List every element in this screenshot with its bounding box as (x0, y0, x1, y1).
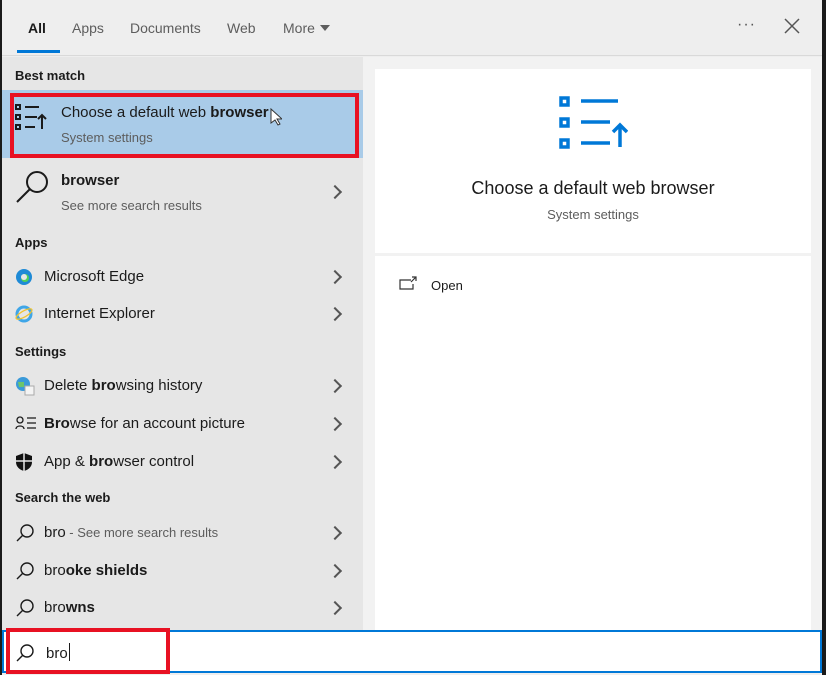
tab-more-label: More (283, 20, 315, 36)
section-search-web: Search the web (15, 490, 111, 505)
result-subtitle: System settings (61, 130, 153, 145)
close-icon[interactable] (780, 14, 804, 38)
search-icon (16, 524, 34, 542)
section-settings: Settings (15, 344, 67, 359)
result-title: Delete browsing history (44, 377, 203, 394)
result-microsoft-edge[interactable]: Microsoft Edge (2, 258, 363, 295)
text-caret (68, 643, 70, 661)
result-browser-search[interactable]: browser See more search results (2, 160, 363, 225)
tab-more[interactable]: More (283, 20, 330, 36)
chevron-right-icon[interactable] (327, 563, 343, 579)
result-internet-explorer[interactable]: Internet Explorer (2, 295, 363, 332)
result-browse-account-picture[interactable]: Browse for an account picture (2, 405, 363, 442)
chevron-right-icon[interactable] (327, 184, 343, 200)
result-subtitle: See more search results (61, 198, 202, 213)
result-title: Choose a default web browser (61, 104, 269, 121)
result-title: browns (44, 599, 95, 616)
tab-all[interactable]: All (28, 20, 46, 36)
edge-icon (16, 269, 32, 285)
web-result-bro[interactable]: bro - See more search results (2, 514, 363, 551)
chevron-right-icon[interactable] (327, 378, 343, 394)
result-delete-browsing-history[interactable]: Delete browsing history (2, 367, 363, 404)
preview-pane: Choose a default web browser System sett… (363, 57, 822, 630)
preview-title: Choose a default web browser (471, 178, 715, 198)
chevron-right-icon[interactable] (327, 416, 343, 432)
section-best-match: Best match (15, 68, 86, 83)
results-list: Best match Choose a default web browser … (2, 57, 363, 630)
default-apps-list-icon (559, 96, 628, 149)
result-title: Internet Explorer (44, 305, 155, 322)
dropdown-triangle-icon (319, 25, 330, 31)
open-external-icon (399, 276, 417, 290)
result-title: browser (61, 172, 120, 189)
result-title: bro - See more search results (44, 524, 219, 541)
open-action[interactable]: Open (397, 274, 597, 298)
default-apps-list-icon (15, 104, 47, 130)
result-title: Microsoft Edge (44, 268, 145, 285)
account-picture-icon (15, 416, 36, 430)
search-icon (16, 599, 34, 617)
result-title: brooke shields (44, 562, 148, 579)
filter-tabs: All Apps Documents Web More ··· (2, 0, 822, 56)
mouse-cursor-icon (270, 108, 282, 126)
chevron-right-icon[interactable] (327, 269, 343, 285)
search-icon (16, 171, 48, 203)
search-icon (16, 562, 34, 580)
chevron-right-icon[interactable] (327, 454, 343, 470)
tab-apps[interactable]: Apps (72, 20, 104, 36)
section-apps: Apps (15, 235, 48, 250)
web-result-brooke-shields[interactable]: brooke shields (2, 552, 363, 589)
chevron-right-icon[interactable] (327, 525, 343, 541)
active-tab-indicator (17, 50, 60, 53)
shield-icon (16, 453, 32, 471)
search-input[interactable]: bro (46, 643, 70, 662)
search-window: All Apps Documents Web More ··· Best mat… (2, 0, 822, 675)
globe-settings-icon (16, 377, 35, 396)
search-icon (16, 644, 34, 662)
preview-header-card: Choose a default web browser System sett… (375, 69, 811, 253)
result-title: Browse for an account picture (44, 415, 245, 432)
web-result-browns[interactable]: browns (2, 589, 363, 626)
open-label: Open (431, 278, 463, 293)
preview-actions-card: Open (375, 256, 811, 630)
result-title: App & browser control (44, 453, 195, 470)
result-app-browser-control[interactable]: App & browser control (2, 443, 363, 480)
tab-documents[interactable]: Documents (130, 20, 201, 36)
ie-icon (15, 305, 33, 323)
preview-subtitle: System settings (547, 207, 639, 222)
search-input-value: bro (46, 645, 68, 662)
chevron-right-icon[interactable] (327, 306, 343, 322)
tab-web[interactable]: Web (227, 20, 256, 36)
search-box[interactable]: bro (2, 630, 822, 673)
more-options-button[interactable]: ··· (737, 16, 756, 34)
result-choose-default-browser[interactable]: Choose a default web browser System sett… (2, 90, 363, 158)
chevron-right-icon[interactable] (327, 600, 343, 616)
